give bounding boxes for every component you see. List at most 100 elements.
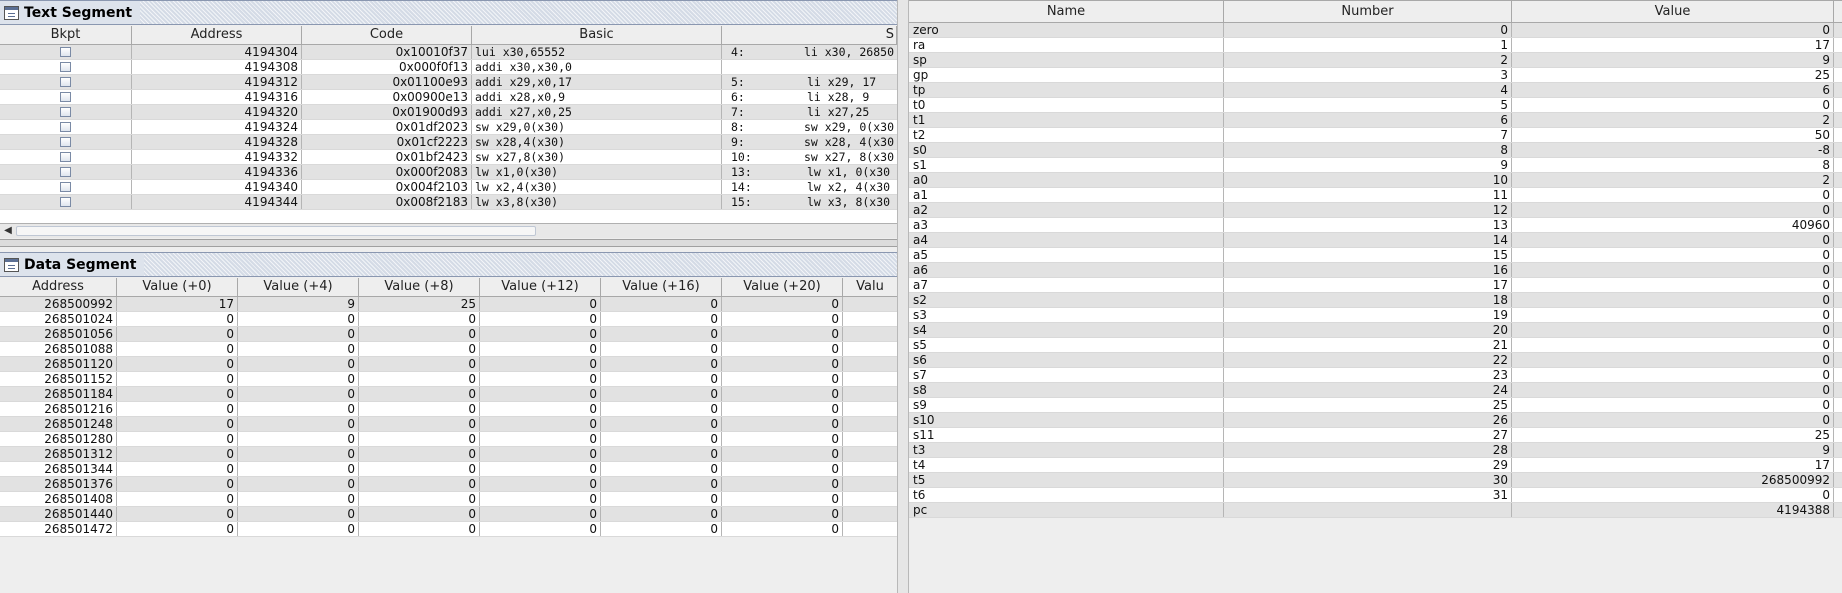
register-row[interactable]: t6 31 0: [909, 488, 1842, 503]
value-cell[interactable]: 0: [238, 477, 359, 491]
register-value[interactable]: 40960: [1512, 218, 1834, 232]
value-cell[interactable]: 0: [359, 327, 480, 341]
table-row[interactable]: 4194304 0x10010f37 lui x30,65552 4: li x30, …: [0, 45, 897, 60]
breakpoint-checkbox[interactable]: [60, 62, 71, 72]
register-row[interactable]: tp 4 6: [909, 83, 1842, 98]
breakpoint-checkbox[interactable]: [60, 167, 71, 177]
value-cell[interactable]: 0: [722, 462, 843, 476]
register-row[interactable]: sp 2 9: [909, 53, 1842, 68]
value-cell[interactable]: 0: [480, 387, 601, 401]
register-value[interactable]: 17: [1512, 38, 1834, 52]
register-row[interactable]: pc 4194388: [909, 503, 1842, 518]
value-cell[interactable]: 0: [238, 402, 359, 416]
table-row[interactable]: 4194328 0x01cf2223 sw x28,4(x30) 9: sw x28, …: [0, 135, 897, 150]
value-cell[interactable]: 0: [359, 507, 480, 521]
value-cell[interactable]: 0: [722, 297, 843, 311]
table-row[interactable]: 268501376 0 0 0 0 0 0: [0, 477, 897, 492]
value-cell[interactable]: 0: [722, 387, 843, 401]
breakpoint-checkbox[interactable]: [60, 92, 71, 102]
value-cell[interactable]: 0: [359, 312, 480, 326]
column-header-basic[interactable]: Basic: [472, 26, 722, 44]
value-cell[interactable]: 17: [117, 297, 238, 311]
register-value[interactable]: 0: [1512, 338, 1834, 352]
table-row[interactable]: 268501152 0 0 0 0 0 0: [0, 372, 897, 387]
register-value[interactable]: 268500992: [1512, 473, 1834, 487]
value-cell[interactable]: 0: [601, 357, 722, 371]
value-cell[interactable]: 0: [722, 492, 843, 506]
value-cell[interactable]: 0: [722, 432, 843, 446]
register-value[interactable]: 2: [1512, 113, 1834, 127]
window-icon[interactable]: [4, 257, 19, 272]
register-row[interactable]: a2 12 0: [909, 203, 1842, 218]
vertical-split-divider[interactable]: [897, 0, 909, 593]
register-value[interactable]: 0: [1512, 293, 1834, 307]
column-header-value-16[interactable]: Value (+16): [601, 278, 722, 296]
value-cell[interactable]: 0: [480, 297, 601, 311]
value-cell[interactable]: 0: [238, 432, 359, 446]
value-cell[interactable]: 0: [722, 507, 843, 521]
register-value[interactable]: 25: [1512, 68, 1834, 82]
value-cell[interactable]: 0: [359, 477, 480, 491]
value-cell[interactable]: 0: [117, 387, 238, 401]
register-row[interactable]: a3 13 40960: [909, 218, 1842, 233]
scroll-left-arrow-icon[interactable]: ◀: [2, 225, 14, 237]
value-cell[interactable]: 0: [480, 312, 601, 326]
table-row[interactable]: 268501088 0 0 0 0 0 0: [0, 342, 897, 357]
value-cell[interactable]: 25: [359, 297, 480, 311]
register-value[interactable]: 4194388: [1512, 503, 1834, 517]
value-cell[interactable]: 0: [601, 492, 722, 506]
register-row[interactable]: s1 9 8: [909, 158, 1842, 173]
register-value[interactable]: 0: [1512, 398, 1834, 412]
register-value[interactable]: 0: [1512, 203, 1834, 217]
value-cell[interactable]: 0: [722, 477, 843, 491]
table-row[interactable]: 268501440 0 0 0 0 0 0: [0, 507, 897, 522]
value-cell[interactable]: 0: [480, 447, 601, 461]
breakpoint-checkbox[interactable]: [60, 197, 71, 207]
register-value[interactable]: 0: [1512, 278, 1834, 292]
column-header-address[interactable]: Address: [0, 278, 117, 296]
table-row[interactable]: 4194336 0x000f2083 lw x1,0(x30) 13: lw x1, 0…: [0, 165, 897, 180]
value-cell[interactable]: 0: [359, 357, 480, 371]
value-cell[interactable]: 0: [601, 432, 722, 446]
value-cell[interactable]: 0: [238, 492, 359, 506]
value-cell[interactable]: 0: [117, 402, 238, 416]
value-cell[interactable]: 0: [117, 522, 238, 536]
table-row[interactable]: 268501248 0 0 0 0 0 0: [0, 417, 897, 432]
column-header-address[interactable]: Address: [132, 26, 302, 44]
register-value[interactable]: 0: [1512, 323, 1834, 337]
value-cell[interactable]: 0: [117, 492, 238, 506]
value-cell[interactable]: 0: [359, 492, 480, 506]
register-row[interactable]: s9 25 0: [909, 398, 1842, 413]
value-cell[interactable]: 0: [238, 522, 359, 536]
table-row[interactable]: 4194308 0x000f0f13 addi x30,x30,0: [0, 60, 897, 75]
register-value[interactable]: 25: [1512, 428, 1834, 442]
register-value[interactable]: 0: [1512, 263, 1834, 277]
table-row[interactable]: 268501408 0 0 0 0 0 0: [0, 492, 897, 507]
register-value[interactable]: 0: [1512, 413, 1834, 427]
column-header-number[interactable]: Number: [1224, 1, 1512, 22]
register-value[interactable]: 50: [1512, 128, 1834, 142]
column-header-value[interactable]: Value: [1512, 1, 1834, 22]
value-cell[interactable]: 0: [722, 312, 843, 326]
breakpoint-checkbox[interactable]: [60, 47, 71, 57]
text-segment-titlebar[interactable]: Text Segment: [0, 0, 897, 25]
value-cell[interactable]: 0: [359, 402, 480, 416]
register-value[interactable]: 0: [1512, 233, 1834, 247]
register-row[interactable]: t5 30 268500992: [909, 473, 1842, 488]
register-row[interactable]: ra 1 17: [909, 38, 1842, 53]
table-row[interactable]: 268501312 0 0 0 0 0 0: [0, 447, 897, 462]
register-value[interactable]: 0: [1512, 383, 1834, 397]
value-cell[interactable]: 0: [359, 447, 480, 461]
value-cell[interactable]: 0: [117, 507, 238, 521]
text-segment-hscrollbar[interactable]: ◀: [0, 223, 897, 238]
breakpoint-checkbox[interactable]: [60, 107, 71, 117]
value-cell[interactable]: 0: [238, 327, 359, 341]
value-cell[interactable]: 0: [480, 477, 601, 491]
value-cell[interactable]: 0: [117, 477, 238, 491]
value-cell[interactable]: 0: [722, 447, 843, 461]
value-cell[interactable]: 0: [117, 447, 238, 461]
value-cell[interactable]: 0: [480, 522, 601, 536]
column-header-value-0[interactable]: Value (+0): [117, 278, 238, 296]
table-row[interactable]: 268501024 0 0 0 0 0 0: [0, 312, 897, 327]
value-cell[interactable]: 0: [601, 402, 722, 416]
